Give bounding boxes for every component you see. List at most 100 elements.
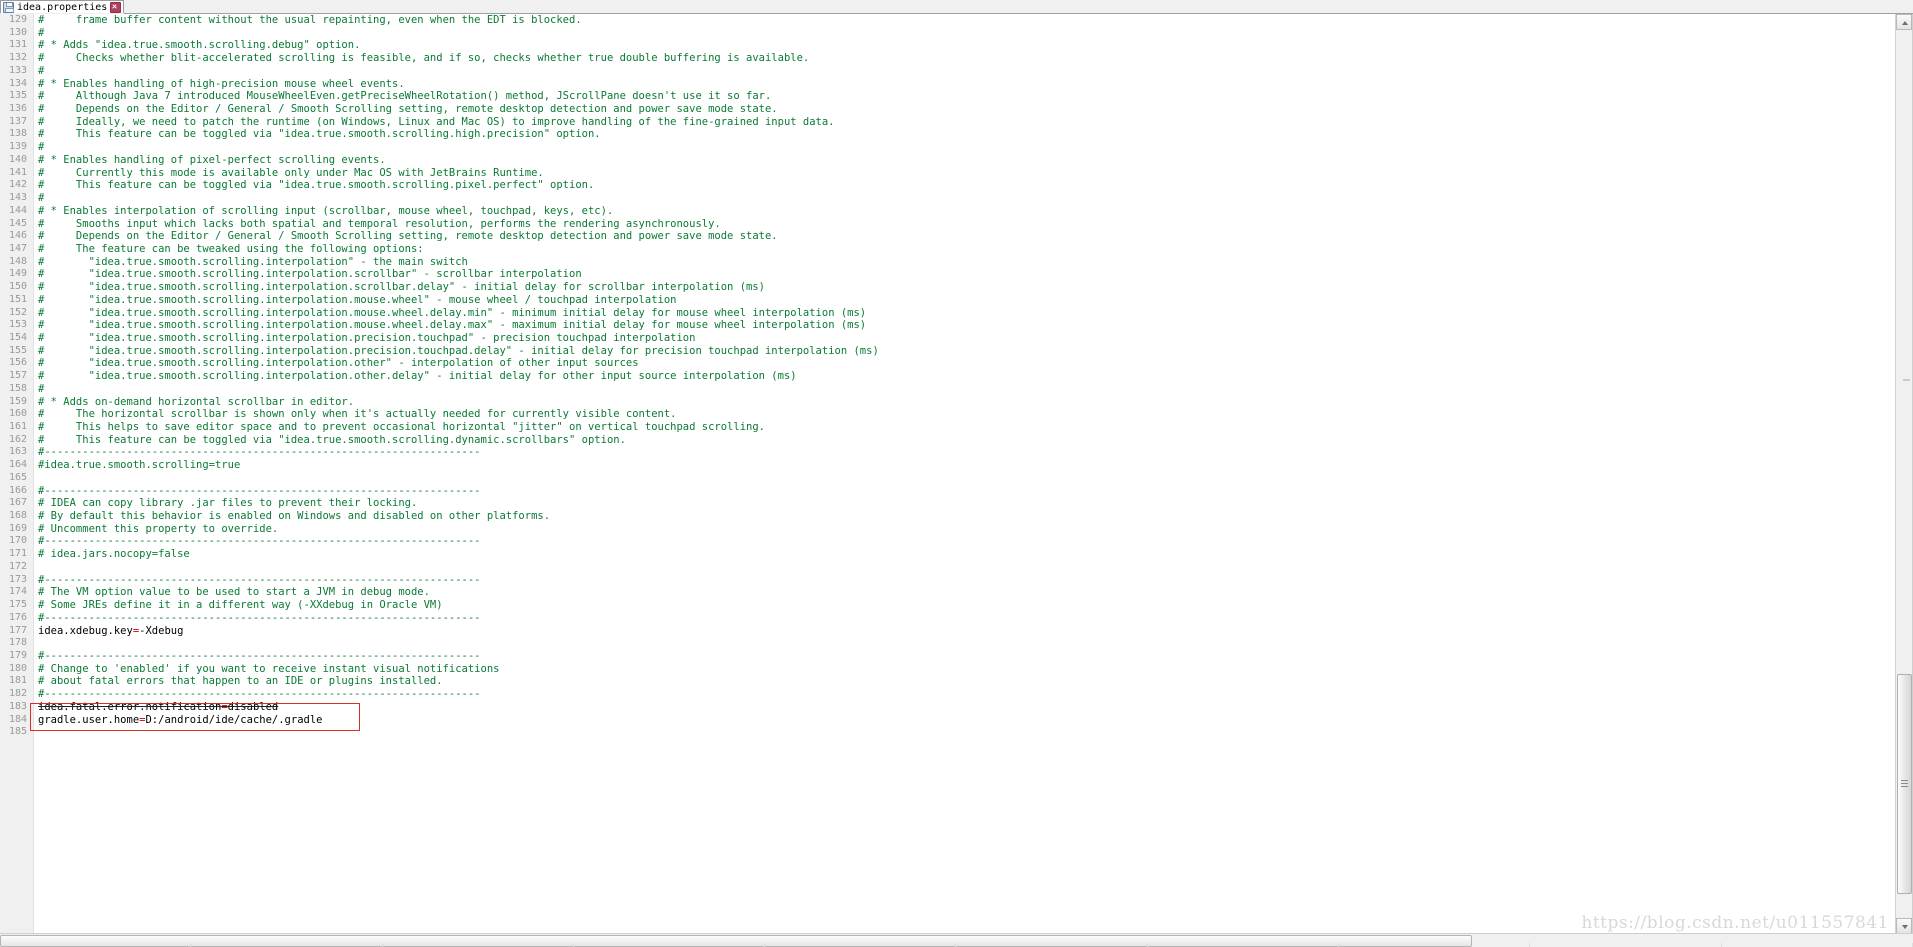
code-line[interactable]: 131 # * Adds "idea.true.smooth.scrolling.… — [0, 39, 1896, 52]
code-line[interactable]: 137 # Ideally, we need to patch the runti… — [0, 116, 1896, 129]
line-number: 161 — [8, 421, 27, 432]
code-text: #---------------------------------------… — [38, 485, 481, 498]
code-text: # IDEA can copy library .jar files to pr… — [38, 497, 417, 510]
line-number: 163 — [8, 446, 27, 458]
code-line[interactable]: 141 # Currently this mode is available on… — [0, 167, 1896, 180]
comment-text: # Uncomment this property to override. — [38, 522, 279, 535]
code-line[interactable]: 135 # Although Java 7 introduced MouseWhe… — [0, 90, 1896, 103]
code-line[interactable]: 174 # The VM option value to be used to s… — [0, 586, 1896, 599]
line-number: 147 — [8, 242, 27, 254]
code-line[interactable]: 163 #------------------------------------… — [0, 446, 1896, 459]
code-text: # "idea.true.smooth.scrolling.interpolat… — [38, 256, 468, 269]
comment-text: # By default this behavior is enabled on… — [38, 510, 551, 523]
code-line[interactable]: 171 # idea.jars.nocopy=false — [0, 548, 1896, 561]
code-line[interactable]: 154 # "idea.true.smooth.scrolling.interpo… — [0, 332, 1896, 345]
code-line[interactable]: 148 # "idea.true.smooth.scrolling.interpo… — [0, 256, 1896, 269]
line-number: 180 — [8, 662, 27, 674]
code-line[interactable]: 182 #------------------------------------… — [0, 688, 1896, 701]
line-number: 168 — [8, 510, 27, 522]
code-line[interactable]: 166 #------------------------------------… — [0, 485, 1896, 498]
code-line[interactable]: 146 # Depends on the Editor / General / S… — [0, 230, 1896, 243]
code-line[interactable]: 167 # IDEA can copy library .jar files to… — [0, 497, 1896, 510]
code-line[interactable]: 155 # "idea.true.smooth.scrolling.interpo… — [0, 345, 1896, 358]
code-line[interactable]: 158 # — [0, 383, 1896, 396]
code-line[interactable]: 173 #------------------------------------… — [0, 574, 1896, 587]
code-line[interactable]: 162 # This feature can be toggled via "id… — [0, 434, 1896, 447]
comment-text: #---------------------------------------… — [38, 573, 481, 586]
code-line[interactable]: 184 gradle.user.home=D:/android/ide/cache… — [0, 714, 1896, 727]
code-line[interactable]: 130 # — [0, 27, 1896, 40]
code-line[interactable]: 165 — [0, 472, 1896, 485]
scroll-down-button[interactable] — [1896, 918, 1912, 934]
code-line[interactable]: 161 # This helps to save editor space and… — [0, 421, 1896, 434]
code-line[interactable]: 150 # "idea.true.smooth.scrolling.interpo… — [0, 281, 1896, 294]
code-line[interactable]: 181 # about fatal errors that happen to a… — [0, 675, 1896, 688]
comment-text: #---------------------------------------… — [38, 688, 481, 701]
comment-text: # This feature can be toggled via "idea.… — [38, 128, 601, 141]
code-line[interactable]: 160 # The horizontal scrollbar is shown o… — [0, 408, 1896, 421]
comment-text: # Some JREs define it in a different way… — [38, 599, 443, 612]
code-text: #---------------------------------------… — [38, 688, 481, 701]
code-line[interactable]: 144 # * Enables interpolation of scrollin… — [0, 205, 1896, 218]
code-line[interactable]: 183 idea.fatal.error.notification=disable… — [0, 701, 1896, 714]
code-line[interactable]: 147 # The feature can be tweaked using th… — [0, 243, 1896, 256]
comment-text: # IDEA can copy library .jar files to pr… — [38, 497, 418, 510]
code-line[interactable]: 140 # * Enables handling of pixel-perfect… — [0, 154, 1896, 167]
comment-text: # "idea.true.smooth.scrolling.interpolat… — [38, 370, 797, 383]
code-line[interactable]: 180 # Change to 'enabled' if you want to … — [0, 663, 1896, 676]
code-line[interactable]: 170 #------------------------------------… — [0, 535, 1896, 548]
code-line[interactable]: 156 # "idea.true.smooth.scrolling.interpo… — [0, 357, 1896, 370]
code-line[interactable]: 175 # Some JREs define it in a different … — [0, 599, 1896, 612]
code-line[interactable]: 176 #------------------------------------… — [0, 612, 1896, 625]
code-line[interactable]: 136 # Depends on the Editor / General / S… — [0, 103, 1896, 116]
line-number: 134 — [8, 77, 27, 89]
code-line[interactable]: 169 # Uncomment this property to override… — [0, 523, 1896, 536]
code-line[interactable]: 149 # "idea.true.smooth.scrolling.interpo… — [0, 268, 1896, 281]
comment-text: # This feature can be toggled via "idea.… — [38, 179, 595, 192]
code-line[interactable]: 153 # "idea.true.smooth.scrolling.interpo… — [0, 319, 1896, 332]
code-line[interactable]: 177 idea.xdebug.key=-Xdebug — [0, 625, 1896, 638]
code-line[interactable]: 132 # Checks whether blit-accelerated scr… — [0, 52, 1896, 65]
code-line[interactable]: 185 — [0, 726, 1896, 739]
code-line[interactable]: 157 # "idea.true.smooth.scrolling.interpo… — [0, 370, 1896, 383]
code-line[interactable]: 151 # "idea.true.smooth.scrolling.interpo… — [0, 294, 1896, 307]
line-number: 149 — [8, 268, 27, 280]
code-text: # The feature can be tweaked using the f… — [38, 243, 424, 256]
code-text: idea.xdebug.key=-Xdebug — [38, 625, 183, 638]
code-text: # — [38, 383, 44, 396]
code-line[interactable]: 134 # * Enables handling of high-precisio… — [0, 78, 1896, 91]
line-number: 181 — [8, 675, 27, 687]
code-text: # Smooths input which lacks both spatial… — [38, 218, 721, 231]
editor-tab-bar: idea.properties — [0, 0, 1913, 15]
close-icon[interactable] — [110, 1, 122, 13]
code-text: #---------------------------------------… — [38, 574, 481, 587]
scroll-up-button[interactable] — [1896, 14, 1912, 30]
code-line[interactable]: 168 # By default this behavior is enabled… — [0, 510, 1896, 523]
code-line[interactable]: 143 # — [0, 192, 1896, 205]
tab-idea-properties[interactable]: idea.properties — [0, 0, 125, 13]
comment-text: # "idea.true.smooth.scrolling.interpolat… — [38, 281, 765, 294]
comment-text: # The feature can be tweaked using the f… — [38, 242, 424, 255]
code-editor[interactable]: 129 # frame buffer content without the us… — [0, 14, 1913, 934]
code-line[interactable]: 164 #idea.true.smooth.scrolling=true — [0, 459, 1896, 472]
horizontal-scrollbar[interactable] — [0, 933, 1913, 947]
code-line[interactable]: 139 # — [0, 141, 1896, 154]
code-line[interactable]: 152 # "idea.true.smooth.scrolling.interpo… — [0, 307, 1896, 320]
comment-text: # Ideally, we need to patch the runtime … — [38, 115, 835, 128]
vertical-scrollbar[interactable] — [1895, 14, 1912, 934]
comment-text: # Currently this mode is available only … — [38, 166, 544, 179]
vertical-scroll-thumb[interactable] — [1897, 674, 1912, 894]
scrollbar-ticks — [0, 943, 1913, 947]
code-line[interactable]: 138 # This feature can be toggled via "id… — [0, 128, 1896, 141]
code-text: # about fatal errors that happen to an I… — [38, 675, 443, 688]
code-line[interactable]: 133 # — [0, 65, 1896, 78]
code-line[interactable]: 159 # * Adds on-demand horizontal scrollb… — [0, 396, 1896, 409]
code-line[interactable]: 129 # frame buffer content without the us… — [0, 14, 1896, 27]
line-number: 178 — [8, 637, 27, 649]
code-line[interactable]: 145 # Smooths input which lacks both spat… — [0, 218, 1896, 231]
code-line[interactable]: 172 — [0, 561, 1896, 574]
code-line[interactable]: 178 — [0, 637, 1896, 650]
code-line[interactable]: 179 #------------------------------------… — [0, 650, 1896, 663]
code-line[interactable]: 142 # This feature can be toggled via "id… — [0, 179, 1896, 192]
code-area[interactable]: 129 # frame buffer content without the us… — [0, 14, 1896, 934]
